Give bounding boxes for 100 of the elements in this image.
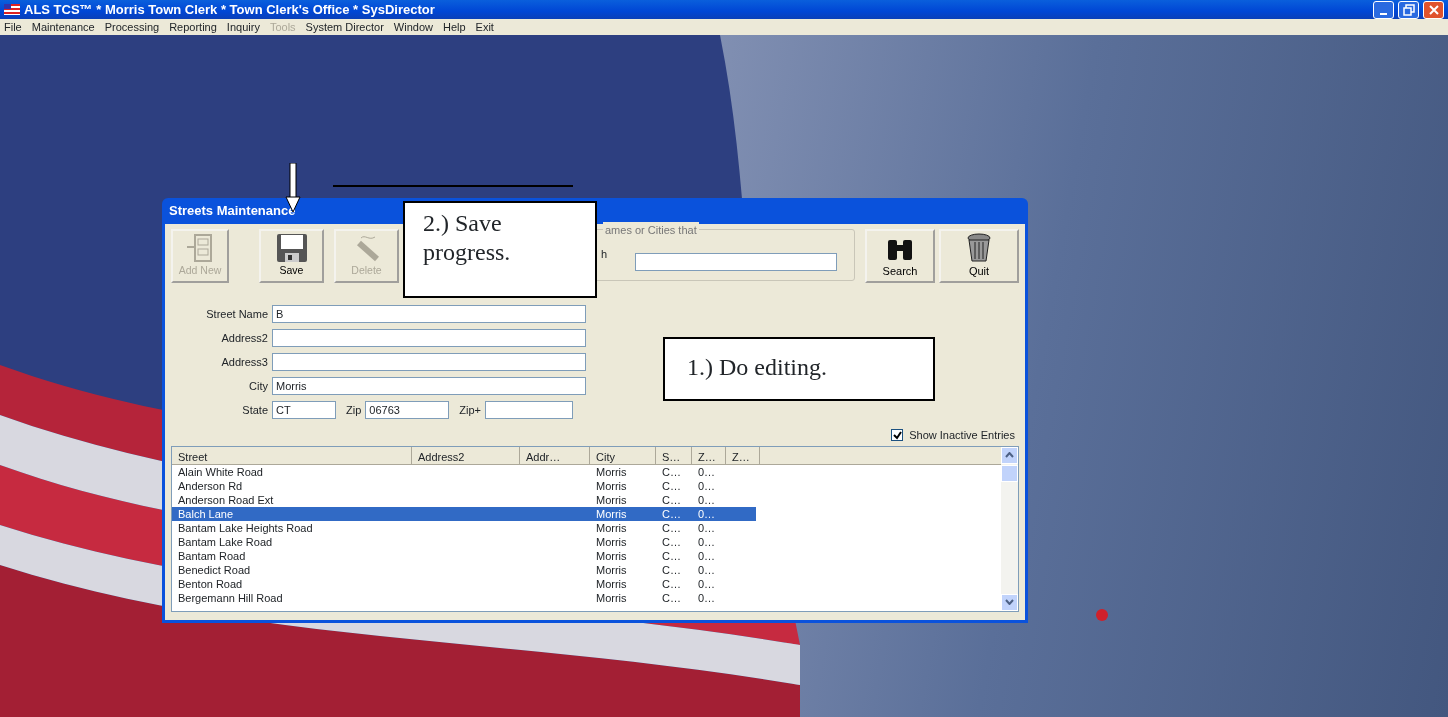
table-cell: C…	[662, 549, 681, 562]
field-label: Street Name	[205, 306, 268, 322]
quit-button[interactable]: Quit	[939, 229, 1019, 283]
table-cell: C…	[662, 479, 681, 492]
table-cell: C…	[662, 521, 681, 534]
text-field[interactable]	[272, 329, 586, 347]
table-cell: Morris	[596, 465, 627, 478]
table-cell: Morris	[596, 577, 627, 590]
menu-item[interactable]: Window	[393, 18, 433, 36]
column-header[interactable]: Z…	[692, 446, 726, 464]
callout-note: 1.) Do editing.	[663, 337, 935, 401]
table-cell: 0…	[698, 521, 716, 534]
field-label: h	[601, 247, 608, 262]
table-cell: Balch Lane	[178, 507, 234, 520]
table-cell: 0…	[698, 479, 716, 492]
table-cell: Morris	[596, 591, 627, 604]
table-cell: 0…	[698, 493, 716, 506]
table-cell: 0…	[698, 577, 716, 590]
column-header[interactable]: Addr…	[520, 446, 590, 464]
table-row[interactable]: Anderson Road Ext Morris C… 0…	[172, 492, 756, 507]
table-cell: Bantam Lake Heights Road	[178, 521, 313, 534]
field-label: Zip+	[459, 402, 481, 418]
table-row[interactable]: Bergemann Hill Road Morris C… 0…	[172, 590, 756, 605]
trash-can-icon	[965, 232, 993, 263]
close-icon	[1427, 3, 1440, 16]
table-cell: C…	[662, 507, 681, 520]
dialog-title: Streets Maintenance	[169, 202, 296, 221]
table-cell: Morris	[596, 563, 627, 576]
restore-icon	[1402, 3, 1415, 16]
table-cell: Benedict Road	[178, 563, 251, 576]
table-cell: Bantam Lake Road	[178, 535, 273, 548]
window-title: ALS TCS™ * Morris Town Clerk * Town Clerk's Office * SysDirector	[24, 0, 436, 19]
table-row[interactable]: Bantam Lake Heights Road Morris C… 0…	[172, 520, 756, 535]
column-header[interactable]: Address2	[412, 446, 520, 464]
table-cell: 0…	[698, 549, 716, 562]
minimize-button[interactable]	[1373, 0, 1394, 19]
table-cell: Anderson Rd	[178, 479, 243, 492]
down-chevron-icon	[1005, 599, 1014, 605]
text-field[interactable]: CT	[272, 401, 336, 419]
save-button[interactable]: Save	[259, 229, 324, 283]
table-row[interactable]: Benton Road Morris C… 0…	[172, 576, 756, 591]
table-cell: Bantam Road	[178, 549, 246, 562]
table-cell: C…	[662, 465, 681, 478]
table-row[interactable]: Balch Lane Morris C… 0…	[172, 506, 756, 521]
scroll-up-button[interactable]	[1001, 446, 1018, 464]
table-cell: Morris	[596, 479, 627, 492]
text-field[interactable]: 06763	[365, 401, 450, 419]
search-button[interactable]: Search	[865, 229, 935, 283]
menu-item[interactable]: Maintenance	[31, 18, 95, 36]
close-button[interactable]	[1423, 0, 1444, 19]
table-row[interactable]: Benedict Road Morris C… 0…	[172, 562, 756, 577]
menu-item[interactable]: Inquiry	[226, 18, 260, 36]
table-cell: Anderson Road Ext	[178, 493, 274, 506]
table-cell: C…	[662, 493, 681, 506]
table-cell: 0…	[698, 535, 716, 548]
table-cell: Morris	[596, 493, 627, 506]
file-cabinet-icon	[185, 233, 215, 264]
up-chevron-icon	[1005, 452, 1014, 458]
field-label: Address3	[220, 354, 268, 370]
column-header[interactable]: Z…	[726, 446, 760, 464]
table-row[interactable]: Bantam Lake Road Morris C… 0…	[172, 534, 756, 549]
column-header[interactable]: Street	[172, 446, 412, 464]
table-cell: 0…	[698, 507, 716, 520]
restore-button[interactable]	[1398, 0, 1419, 19]
table-cell: Morris	[596, 535, 627, 548]
scroll-thumb[interactable]	[1001, 464, 1018, 482]
scrollbar[interactable]	[1001, 446, 1018, 611]
menu-item[interactable]: File	[4, 18, 22, 36]
menu-item[interactable]: Help	[442, 18, 466, 36]
column-header[interactable]: City	[590, 446, 656, 464]
text-field[interactable]: B	[272, 305, 586, 323]
text-field[interactable]: Morris	[272, 377, 586, 395]
scroll-down-button[interactable]	[1001, 593, 1018, 611]
text-field[interactable]	[272, 353, 586, 371]
table-cell: C…	[662, 535, 681, 548]
table-cell: C…	[662, 563, 681, 576]
text-field[interactable]	[485, 401, 573, 419]
table-row[interactable]: Anderson Rd Morris C… 0…	[172, 478, 756, 493]
table-row[interactable]: Bantam Road Morris C… 0…	[172, 548, 756, 563]
minimize-icon	[1380, 12, 1387, 15]
field-label: Address2	[220, 330, 268, 346]
table-cell: 0…	[698, 591, 716, 604]
menu-item[interactable]: Reporting	[169, 18, 217, 36]
table-cell: Bergemann Hill Road	[178, 591, 283, 604]
column-header[interactable]: S…	[656, 446, 692, 464]
menu-item[interactable]: System Director	[305, 18, 384, 36]
table-cell: Morris	[596, 521, 627, 534]
table-cell: 0…	[698, 563, 716, 576]
menu-item[interactable]: Processing	[104, 18, 160, 36]
checkbox[interactable]	[891, 429, 904, 442]
field-label: City	[248, 378, 268, 394]
field-label: State	[241, 402, 268, 418]
table-row[interactable]: Alain White Road Morris C… 0…	[172, 464, 756, 479]
flag-icon	[4, 4, 20, 15]
dot	[1096, 609, 1108, 621]
table-cell: 0…	[698, 465, 716, 478]
table-cell: Benton Road	[178, 577, 243, 590]
callout-note: 2.) Save progress.	[403, 201, 597, 298]
search-field[interactable]	[635, 253, 837, 271]
menu-item[interactable]: Exit	[475, 18, 494, 36]
